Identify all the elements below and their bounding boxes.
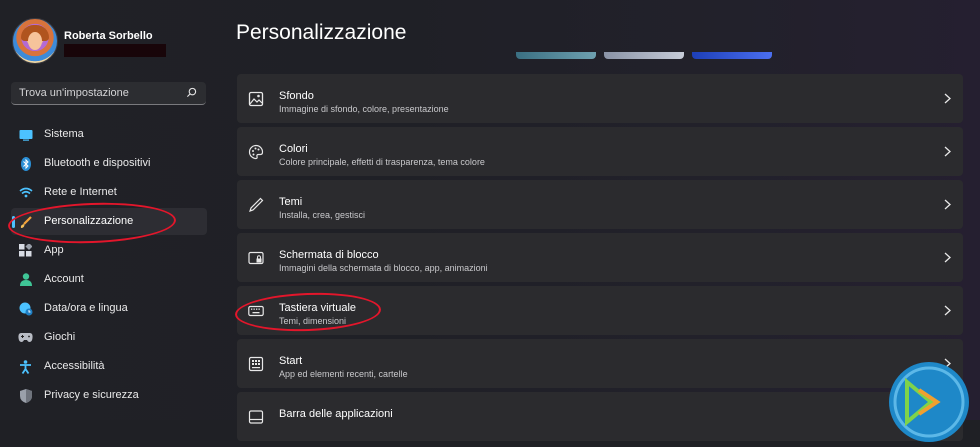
settings-card-sfondo[interactable]: Sfondo Immagine di sfondo, colore, prese… <box>237 74 963 123</box>
settings-card-barra-applicazioni[interactable]: Barra delle applicazioni <box>237 392 963 441</box>
sidebar-item-label: Accessibilità <box>44 360 105 372</box>
user-email-redacted <box>64 44 166 57</box>
avatar <box>12 18 58 64</box>
sidebar-item-label: Account <box>44 273 84 285</box>
settings-card-temi[interactable]: Temi Installa, crea, gestisci <box>237 180 963 229</box>
start-icon <box>248 356 264 372</box>
sidebar-item-bluetooth[interactable]: Bluetooth e dispositivi <box>11 150 207 177</box>
card-description: App ed elementi recenti, cartelle <box>279 369 408 379</box>
sidebar-item-label: Bluetooth e dispositivi <box>44 157 151 169</box>
settings-card-schermata-blocco[interactable]: Schermata di blocco Immagini della scher… <box>237 233 963 282</box>
globe-clock-icon <box>18 301 33 316</box>
theme-preview-thumbnail[interactable] <box>692 52 772 59</box>
theme-preview-thumbnail[interactable] <box>516 52 596 59</box>
card-description: Immagini della schermata di blocco, app,… <box>279 263 488 273</box>
person-icon <box>18 272 33 287</box>
bluetooth-icon <box>18 156 33 171</box>
monitor-icon <box>18 127 33 142</box>
card-description: Installa, crea, gestisci <box>279 210 366 220</box>
card-title: Colori <box>279 143 308 155</box>
accessibility-icon <box>18 359 33 374</box>
search-input[interactable]: Trova un'impostazione <box>11 82 206 105</box>
pen-icon <box>249 197 264 212</box>
card-title: Temi <box>279 196 303 208</box>
card-title: Barra delle applicazioni <box>279 408 393 420</box>
card-title: Schermata di blocco <box>279 249 379 261</box>
taskbar-icon <box>248 410 264 424</box>
apps-icon <box>18 243 33 258</box>
gamepad-icon <box>18 330 33 345</box>
user-name: Roberta Sorbello <box>64 30 153 42</box>
settings-card-colori[interactable]: Colori Colore principale, effetti di tra… <box>237 127 963 176</box>
sidebar-item-giochi[interactable]: Giochi <box>11 324 207 351</box>
sidebar-item-label: Giochi <box>44 331 76 343</box>
sidebar-item-privacy[interactable]: Privacy e sicurezza <box>11 382 207 409</box>
sidebar-item-label: Privacy e sicurezza <box>44 389 139 401</box>
card-description: Colore principale, effetti di trasparenz… <box>279 157 485 167</box>
search-icon[interactable] <box>186 87 197 98</box>
card-title: Sfondo <box>279 90 314 102</box>
image-icon <box>248 91 264 107</box>
card-title: Start <box>279 355 303 367</box>
palette-icon <box>248 144 264 160</box>
sidebar-item-sistema[interactable]: Sistema <box>11 121 207 148</box>
chevron-right-icon <box>944 146 951 157</box>
watermark-logo <box>889 362 969 442</box>
sidebar-nav: Sistema Bluetooth e dispositivi Rete e I… <box>11 121 207 411</box>
chevron-right-icon <box>944 199 951 210</box>
sidebar-item-account[interactable]: Account <box>11 266 207 293</box>
sidebar-item-label: Rete e Internet <box>44 186 117 198</box>
user-profile[interactable]: Roberta Sorbello <box>12 18 212 66</box>
settings-card-start[interactable]: Start App ed elementi recenti, cartelle <box>237 339 963 388</box>
theme-preview-thumbnail[interactable] <box>604 52 684 59</box>
sidebar-item-label: Data/ora e lingua <box>44 302 128 314</box>
wifi-icon <box>18 185 33 200</box>
sidebar-item-label: App <box>44 244 64 256</box>
sidebar-item-data-ora-lingua[interactable]: Data/ora e lingua <box>11 295 207 322</box>
lock-screen-icon <box>248 251 264 265</box>
sidebar-item-accessibilita[interactable]: Accessibilità <box>11 353 207 380</box>
page-title: Personalizzazione <box>236 21 407 44</box>
shield-icon <box>18 388 33 403</box>
card-description: Immagine di sfondo, colore, presentazion… <box>279 104 449 114</box>
chevron-right-icon <box>944 252 951 263</box>
settings-window: Roberta Sorbello Trova un'impostazione S… <box>0 0 980 442</box>
chevron-right-icon <box>944 93 951 104</box>
chevron-right-icon <box>944 305 951 316</box>
search-placeholder: Trova un'impostazione <box>19 87 129 99</box>
sidebar-item-label: Sistema <box>44 128 84 140</box>
